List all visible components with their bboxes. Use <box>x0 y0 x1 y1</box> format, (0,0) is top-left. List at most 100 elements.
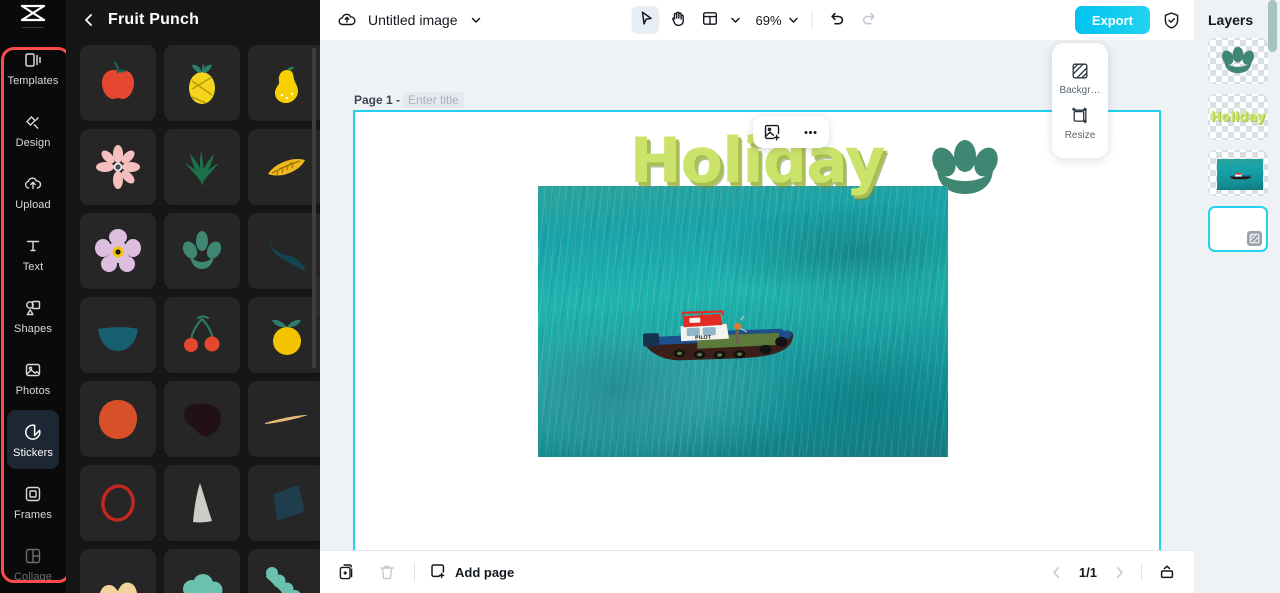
sidebar-item-shapes[interactable]: Shapes <box>7 286 59 345</box>
sidebar-item-design[interactable]: Design <box>7 100 59 159</box>
add-image-icon[interactable] <box>760 120 784 144</box>
sidebar-item-label: Upload <box>15 199 50 211</box>
cloud-sync-icon[interactable] <box>336 9 358 31</box>
sidebar-item-label: Text <box>23 261 44 273</box>
delete-page-trash-icon[interactable] <box>374 559 400 585</box>
dark-blade-sticker[interactable] <box>248 213 320 289</box>
panel-scrollbar[interactable] <box>312 48 316 368</box>
purple-flower-sticker[interactable] <box>80 213 156 289</box>
teal-plant-sticker[interactable] <box>164 213 240 289</box>
teal-bowl-sticker[interactable] <box>80 297 156 373</box>
select-tool-button[interactable] <box>631 6 659 34</box>
add-page-icon <box>429 562 447 583</box>
bottom-divider-right <box>1141 563 1142 581</box>
shield-check-icon[interactable] <box>1160 9 1182 31</box>
design-icon <box>22 111 44 133</box>
layer-plant-sticker[interactable] <box>1208 38 1268 84</box>
cursor-icon <box>637 10 654 30</box>
background-button[interactable]: Backgr… <box>1059 61 1100 96</box>
sidebar-item-label: Stickers <box>13 447 53 459</box>
canvas-area[interactable]: Page 1 - Enter title <box>320 40 1194 550</box>
prev-page-chevron-left-icon[interactable] <box>1047 562 1067 582</box>
document-title-chevron-down-icon[interactable] <box>468 12 484 28</box>
panel-back-chevron-left-icon[interactable] <box>80 11 98 29</box>
sidebar-item-frames[interactable]: Frames <box>7 472 59 531</box>
grey-cone-sticker[interactable] <box>164 465 240 541</box>
layout-tool-button[interactable] <box>695 6 723 34</box>
zoom-chevron-down-icon[interactable] <box>786 12 802 28</box>
tan-stick-sticker[interactable] <box>248 381 320 457</box>
top-toolbar-center-tools: 69% <box>631 6 882 34</box>
sidebar-item-label: Templates <box>7 75 58 87</box>
more-options-icon[interactable] <box>798 120 822 144</box>
artboard-floating-toolbar <box>753 116 829 148</box>
teal-worm-sticker[interactable] <box>248 549 320 593</box>
panel-header: Fruit Punch <box>66 0 320 40</box>
resize-label: Resize <box>1065 130 1096 141</box>
upload-cloud-icon <box>22 173 44 195</box>
rail-item-list: Templates Design Uploa <box>7 34 59 593</box>
navy-square-sticker[interactable] <box>248 465 320 541</box>
pineapple-sticker[interactable] <box>164 45 240 121</box>
red-circle-sticker[interactable] <box>80 465 156 541</box>
background-badge-icon <box>1247 231 1262 246</box>
top-toolbar: Untitled image <box>320 0 1194 40</box>
artboard[interactable]: PILOT <box>353 110 1161 550</box>
bottom-divider <box>414 563 415 581</box>
layer-boat-photo[interactable] <box>1208 150 1268 196</box>
background-icon <box>1070 61 1090 81</box>
layout-chevron-down-icon[interactable] <box>727 12 743 28</box>
teal-cloud-sticker[interactable] <box>164 549 240 593</box>
green-leaf-sticker[interactable] <box>164 129 240 205</box>
layers-scrollbar[interactable] <box>1268 0 1277 52</box>
pink-flower-sticker[interactable] <box>80 129 156 205</box>
page-title-input[interactable]: Enter title <box>403 92 464 108</box>
sidebar-item-text[interactable]: Text <box>7 224 59 283</box>
properties-panel: Backgr… Resize <box>1052 43 1108 158</box>
lemon-sticker[interactable] <box>248 45 320 121</box>
sidebar-item-upload[interactable]: Upload <box>7 162 59 221</box>
sidebar-item-collage[interactable]: Collage <box>7 534 59 593</box>
page-label: Page 1 - Enter title <box>354 92 464 108</box>
shapes-icon <box>22 297 44 319</box>
sidebar-item-templates[interactable]: Templates <box>7 38 59 97</box>
layers-panel: Layers Holiday <box>1194 0 1280 593</box>
layer-photo-preview <box>1217 159 1263 190</box>
dark-blob-sticker[interactable] <box>164 381 240 457</box>
orange-sticker[interactable] <box>248 297 320 373</box>
photos-icon <box>22 359 44 381</box>
svg-text:PILOT: PILOT <box>695 334 712 341</box>
orange-blob-sticker[interactable] <box>80 381 156 457</box>
apple-sticker[interactable] <box>80 45 156 121</box>
hand-tool-button[interactable] <box>663 6 691 34</box>
export-button[interactable]: Export <box>1075 6 1150 34</box>
sidebar-item-label: Shapes <box>14 323 52 335</box>
sidebar-item-stickers[interactable]: Stickers <box>7 410 59 469</box>
boat-photo[interactable]: PILOT <box>538 186 948 457</box>
page-grid-icon[interactable] <box>1154 559 1180 585</box>
sidebar-item-label: Collage <box>14 571 52 583</box>
layer-list: Holiday <box>1208 38 1280 252</box>
redo-button[interactable] <box>855 6 883 34</box>
layer-holiday-text[interactable]: Holiday <box>1208 94 1268 140</box>
document-title[interactable]: Untitled image <box>368 12 458 28</box>
sidebar-item-photos[interactable]: Photos <box>7 348 59 407</box>
bottom-toolbar: Add page 1/1 <box>320 550 1194 593</box>
yellow-leaf-sticker[interactable] <box>248 129 320 205</box>
panel-collapse-handle[interactable] <box>316 277 320 317</box>
undo-button[interactable] <box>823 6 851 34</box>
sticker-grid <box>66 40 320 593</box>
cream-hill-sticker[interactable] <box>80 549 156 593</box>
sidebar-item-label: Photos <box>16 385 51 397</box>
add-page-button[interactable]: Add page <box>429 562 514 583</box>
resize-button[interactable]: Resize <box>1065 106 1096 141</box>
capcut-logo-icon[interactable] <box>0 0 66 27</box>
pilot-boat: PILOT <box>636 304 800 372</box>
rail-divider <box>22 27 44 28</box>
layer-background[interactable] <box>1208 206 1268 252</box>
cherries-sticker[interactable] <box>164 297 240 373</box>
app-root: Templates Design Uploa <box>0 0 1280 593</box>
panel-title: Fruit Punch <box>108 11 199 29</box>
duplicate-page-icon[interactable] <box>334 559 360 585</box>
next-page-chevron-right-icon[interactable] <box>1109 562 1129 582</box>
